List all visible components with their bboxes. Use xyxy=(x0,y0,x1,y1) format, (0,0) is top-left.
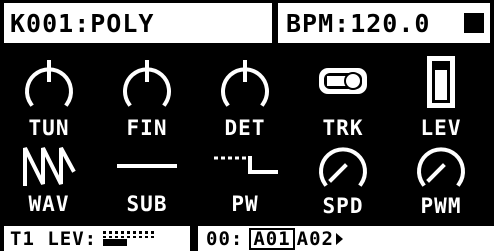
param-fin[interactable]: FIN xyxy=(98,54,196,140)
param-label: SUB xyxy=(126,192,168,216)
next-pattern[interactable]: A02 xyxy=(297,228,334,250)
bpm-readout: BPM:120.0 xyxy=(286,8,431,38)
param-pwm[interactable]: PWM xyxy=(392,136,490,218)
param-label: WAV xyxy=(28,192,70,216)
knob-icon xyxy=(221,60,269,107)
knob-icon xyxy=(123,60,171,107)
param-label: TUN xyxy=(28,116,70,140)
knob-icon xyxy=(417,147,465,187)
track-level-label: T1 LEV: xyxy=(10,227,98,250)
level-meter-fill xyxy=(103,239,128,246)
param-tun[interactable]: TUN xyxy=(0,54,98,140)
level-meter xyxy=(103,231,158,246)
tempo-bar[interactable]: BPM:120.0 xyxy=(278,3,490,43)
pattern-prefix: 00: xyxy=(206,227,244,250)
param-trk[interactable]: TRK xyxy=(294,54,392,140)
param-label: PWM xyxy=(420,194,462,218)
knob-icon xyxy=(319,147,367,187)
track-level-bar[interactable]: T1 LEV: xyxy=(4,226,190,251)
sub-line-icon xyxy=(117,164,177,168)
param-label: FIN xyxy=(126,116,168,140)
param-wav[interactable]: WAV xyxy=(0,140,98,216)
param-label: SPD xyxy=(322,194,364,218)
pattern-bar[interactable]: 00: A01 A02 xyxy=(198,226,494,251)
toggle-switch-icon xyxy=(319,68,367,94)
param-label: DET xyxy=(224,116,266,140)
param-spd[interactable]: SPD xyxy=(294,136,392,218)
pulse-width-icon xyxy=(214,156,278,174)
stop-icon xyxy=(464,13,484,33)
param-pw[interactable]: PW xyxy=(196,140,294,216)
param-label: PW xyxy=(231,192,259,216)
param-det[interactable]: DET xyxy=(196,54,294,140)
preset-name-bar[interactable]: K001:POLY xyxy=(4,3,272,43)
preset-name: K001:POLY xyxy=(10,8,155,38)
synth-screen: K001:POLY BPM:120.0 TUN FIN DET TRK LEV … xyxy=(0,0,494,251)
param-lev[interactable]: LEV xyxy=(392,54,490,140)
param-sub[interactable]: SUB xyxy=(98,140,196,216)
fader-icon xyxy=(427,56,455,108)
arrow-right-icon xyxy=(335,232,343,245)
sawtooth-wave-icon xyxy=(23,147,76,186)
knob-icon xyxy=(25,60,73,107)
current-pattern[interactable]: A01 xyxy=(249,227,295,250)
